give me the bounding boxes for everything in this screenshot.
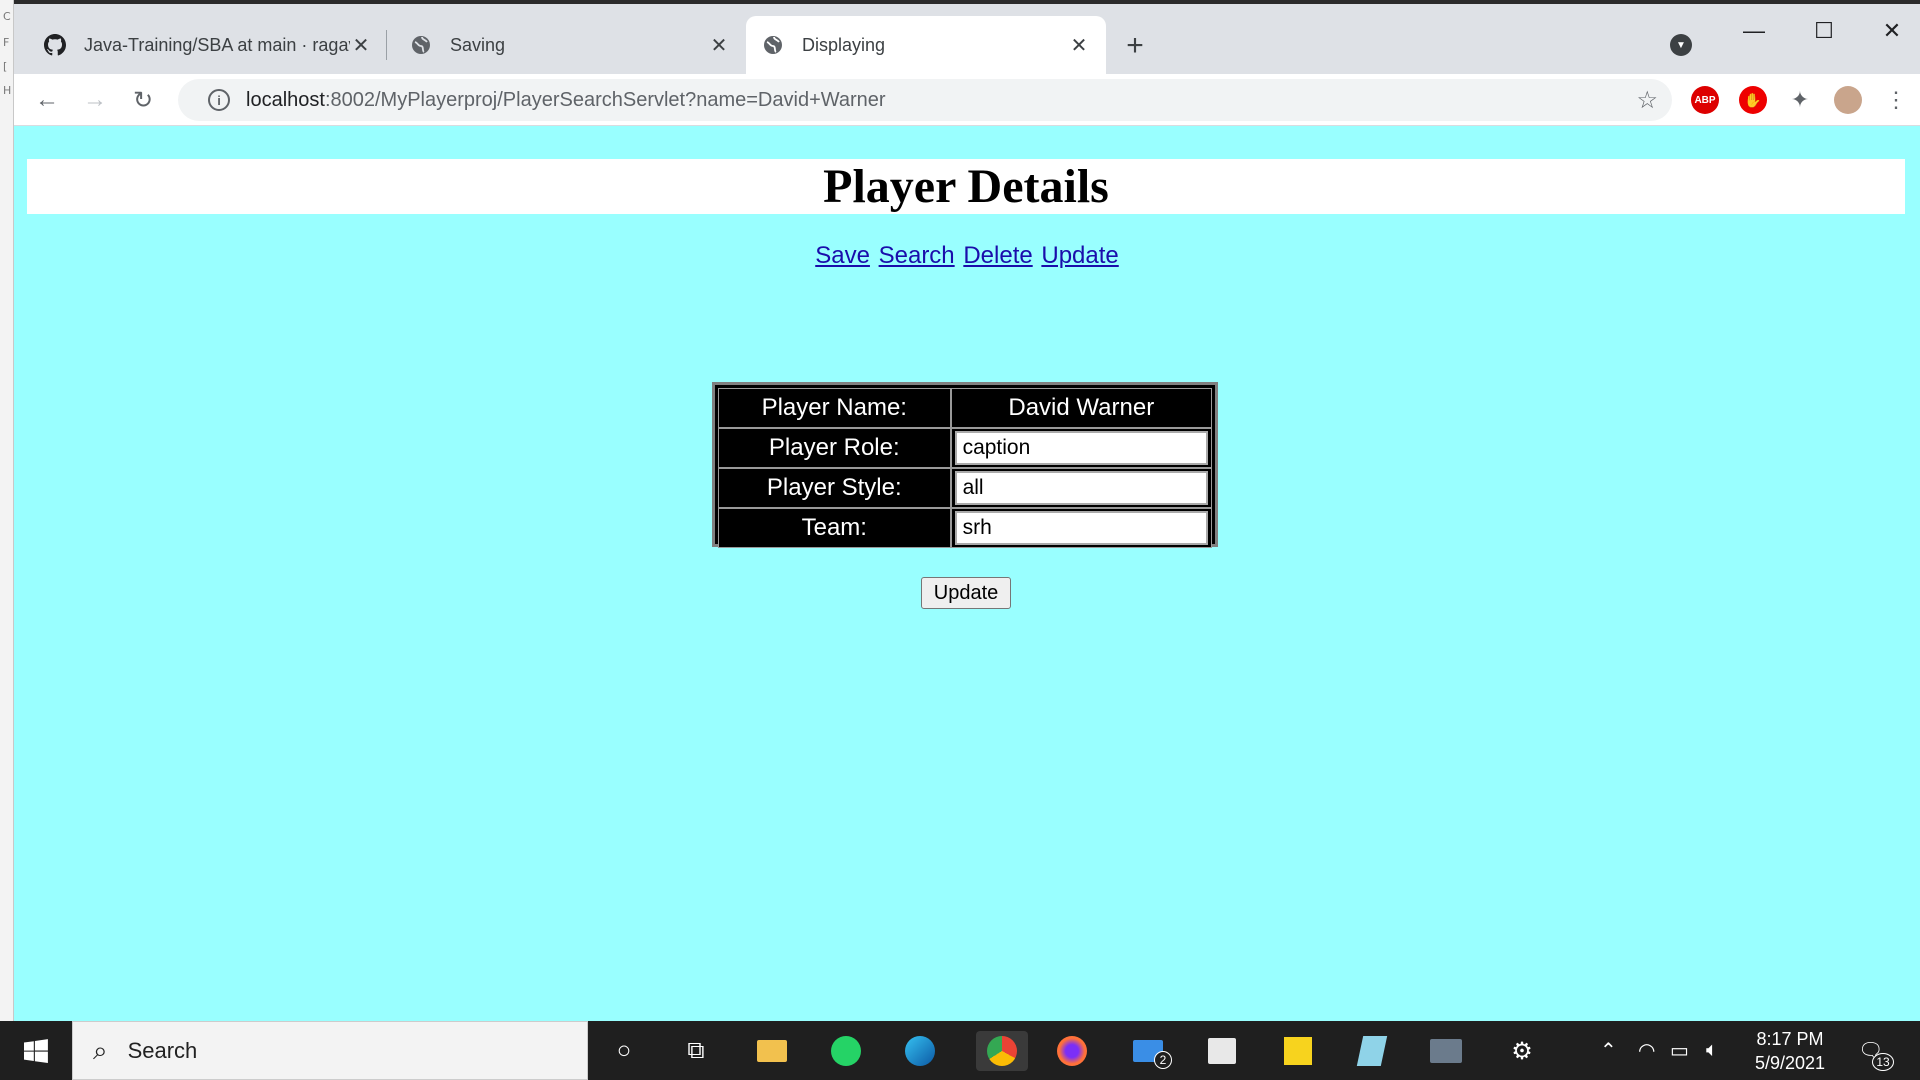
url-text[interactable]: localhost:8002/MyPlayerproj/PlayerSearch… xyxy=(246,89,886,112)
task-view-icon[interactable]: ⧉ xyxy=(676,1031,716,1071)
notification-badge: 13 xyxy=(1872,1053,1894,1071)
close-icon[interactable]: ✕ xyxy=(708,34,730,57)
tab-title: Saving xyxy=(450,34,506,55)
url-path: :8002/MyPlayerproj/PlayerSearchServlet?n… xyxy=(324,88,886,111)
tab-strip: Java-Training/SBA at main · ragav ✕ Savi… xyxy=(14,4,1920,74)
edge-icon[interactable] xyxy=(900,1031,940,1071)
maximize-icon[interactable]: ☐ xyxy=(1804,16,1844,46)
clock[interactable]: 8:17 PM 5/9/2021 xyxy=(1740,1027,1840,1075)
player-style-label: Player Style: xyxy=(718,468,951,508)
table-row: Player Role: xyxy=(718,428,1212,468)
player-name-label: Player Name: xyxy=(718,388,951,428)
close-icon[interactable]: ✕ xyxy=(1068,34,1090,57)
page-title: Player Details xyxy=(823,160,1109,213)
clock-time: 8:17 PM xyxy=(1756,1029,1824,1049)
windows-start-icon[interactable] xyxy=(0,1021,72,1080)
team-cell xyxy=(950,508,1212,548)
tab-search-icon[interactable]: ▼ xyxy=(1670,34,1692,56)
forward-icon[interactable]: → xyxy=(78,83,112,117)
player-style-cell xyxy=(950,468,1212,508)
menu-icon[interactable]: ⋮ xyxy=(1882,86,1910,114)
taskbar: ⌕ Search ○ ⧉ 2 ⚙ ⌃ ◠ ▭ 🔈︎ 8:17 PM 5/9/20… xyxy=(0,1021,1920,1080)
page-banner: Player Details xyxy=(27,159,1905,214)
player-role-label: Player Role: xyxy=(718,428,951,468)
file-explorer-icon[interactable] xyxy=(752,1031,792,1071)
tab-separator xyxy=(386,30,387,60)
tab-title: Displaying xyxy=(802,34,886,55)
search-icon: ⌕ xyxy=(93,1034,108,1065)
address-bar[interactable]: i localhost:8002/MyPlayerproj/PlayerSear… xyxy=(178,79,1672,121)
extensions-icon[interactable]: ✦ xyxy=(1786,86,1814,114)
taskbar-search-placeholder: Search xyxy=(127,1037,198,1063)
sticky-notes-icon[interactable] xyxy=(1278,1031,1318,1071)
sql-developer-icon[interactable] xyxy=(1426,1031,1466,1071)
update-button[interactable]: Update xyxy=(921,577,1011,609)
minimize-icon[interactable]: — xyxy=(1734,16,1774,46)
back-icon[interactable]: ← xyxy=(30,83,64,117)
table-row: Player Style: xyxy=(718,468,1212,508)
url-host: localhost xyxy=(246,88,325,111)
link-delete[interactable]: Delete xyxy=(963,242,1032,269)
player-style-input[interactable] xyxy=(954,471,1208,505)
browser-window: Java-Training/SBA at main · ragav ✕ Savi… xyxy=(14,4,1920,1021)
reload-icon[interactable]: ↻ xyxy=(126,83,160,117)
player-details-table: Player Name: David Warner Player Role: P… xyxy=(712,382,1218,548)
link-save[interactable]: Save xyxy=(815,242,870,269)
bookmark-star-icon[interactable]: ☆ xyxy=(1636,86,1658,115)
player-role-cell xyxy=(950,428,1212,468)
firefox-icon[interactable] xyxy=(1052,1031,1092,1071)
close-window-icon[interactable]: ✕ xyxy=(1872,16,1912,46)
network-icon[interactable]: ◠ xyxy=(1638,1021,1655,1080)
table-row: Player Name: David Warner xyxy=(718,388,1212,428)
taskbar-search[interactable]: ⌕ Search xyxy=(72,1021,588,1080)
whatsapp-icon[interactable] xyxy=(826,1031,866,1071)
github-icon xyxy=(44,34,66,56)
tab-displaying[interactable]: Displaying ✕ xyxy=(746,16,1106,74)
background-window-edge: C F [ H xyxy=(0,0,14,1021)
close-icon[interactable]: ✕ xyxy=(350,34,372,57)
clock-date: 5/9/2021 xyxy=(1754,1053,1826,1073)
stop-extension-icon[interactable]: ✋ xyxy=(1739,86,1767,114)
chrome-icon[interactable] xyxy=(976,1031,1028,1071)
team-label: Team: xyxy=(718,508,951,548)
team-input[interactable] xyxy=(954,511,1208,545)
nav-links: Save Search Delete Update xyxy=(14,242,1920,270)
tray-chevron-icon[interactable]: ⌃ xyxy=(1600,1021,1617,1080)
table-row: Team: xyxy=(718,508,1212,548)
settings-gear-icon[interactable]: ⚙ xyxy=(1502,1031,1542,1071)
browser-toolbar: ← → ↻ i localhost:8002/MyPlayerproj/Play… xyxy=(14,74,1920,126)
info-icon[interactable]: i xyxy=(208,89,230,111)
notification-center-icon[interactable]: 🗨︎ xyxy=(1858,1021,1883,1080)
tab-saving[interactable]: Saving ✕ xyxy=(394,16,746,74)
mail-badge: 2 xyxy=(1154,1051,1172,1069)
globe-icon xyxy=(410,34,432,56)
volume-icon[interactable]: 🔈︎ xyxy=(1706,1021,1718,1080)
cortana-icon[interactable]: ○ xyxy=(604,1031,644,1071)
new-tab-icon[interactable]: + xyxy=(1119,29,1151,62)
player-role-input[interactable] xyxy=(954,431,1208,465)
adblock-icon[interactable]: ABP xyxy=(1691,86,1719,114)
tab-github[interactable]: Java-Training/SBA at main · ragav ✕ xyxy=(28,16,388,74)
player-name-value: David Warner xyxy=(950,388,1212,428)
store-icon[interactable] xyxy=(1202,1031,1242,1071)
link-search[interactable]: Search xyxy=(879,242,955,269)
link-update[interactable]: Update xyxy=(1041,242,1118,269)
globe-icon xyxy=(762,34,784,56)
app-icon[interactable] xyxy=(1352,1031,1392,1071)
tab-title: Java-Training/SBA at main · ragav xyxy=(84,34,350,55)
page-content: Player Details Save Search Delete Update… xyxy=(14,126,1920,1021)
battery-icon[interactable]: ▭ xyxy=(1670,1021,1689,1080)
profile-avatar[interactable] xyxy=(1834,86,1862,114)
